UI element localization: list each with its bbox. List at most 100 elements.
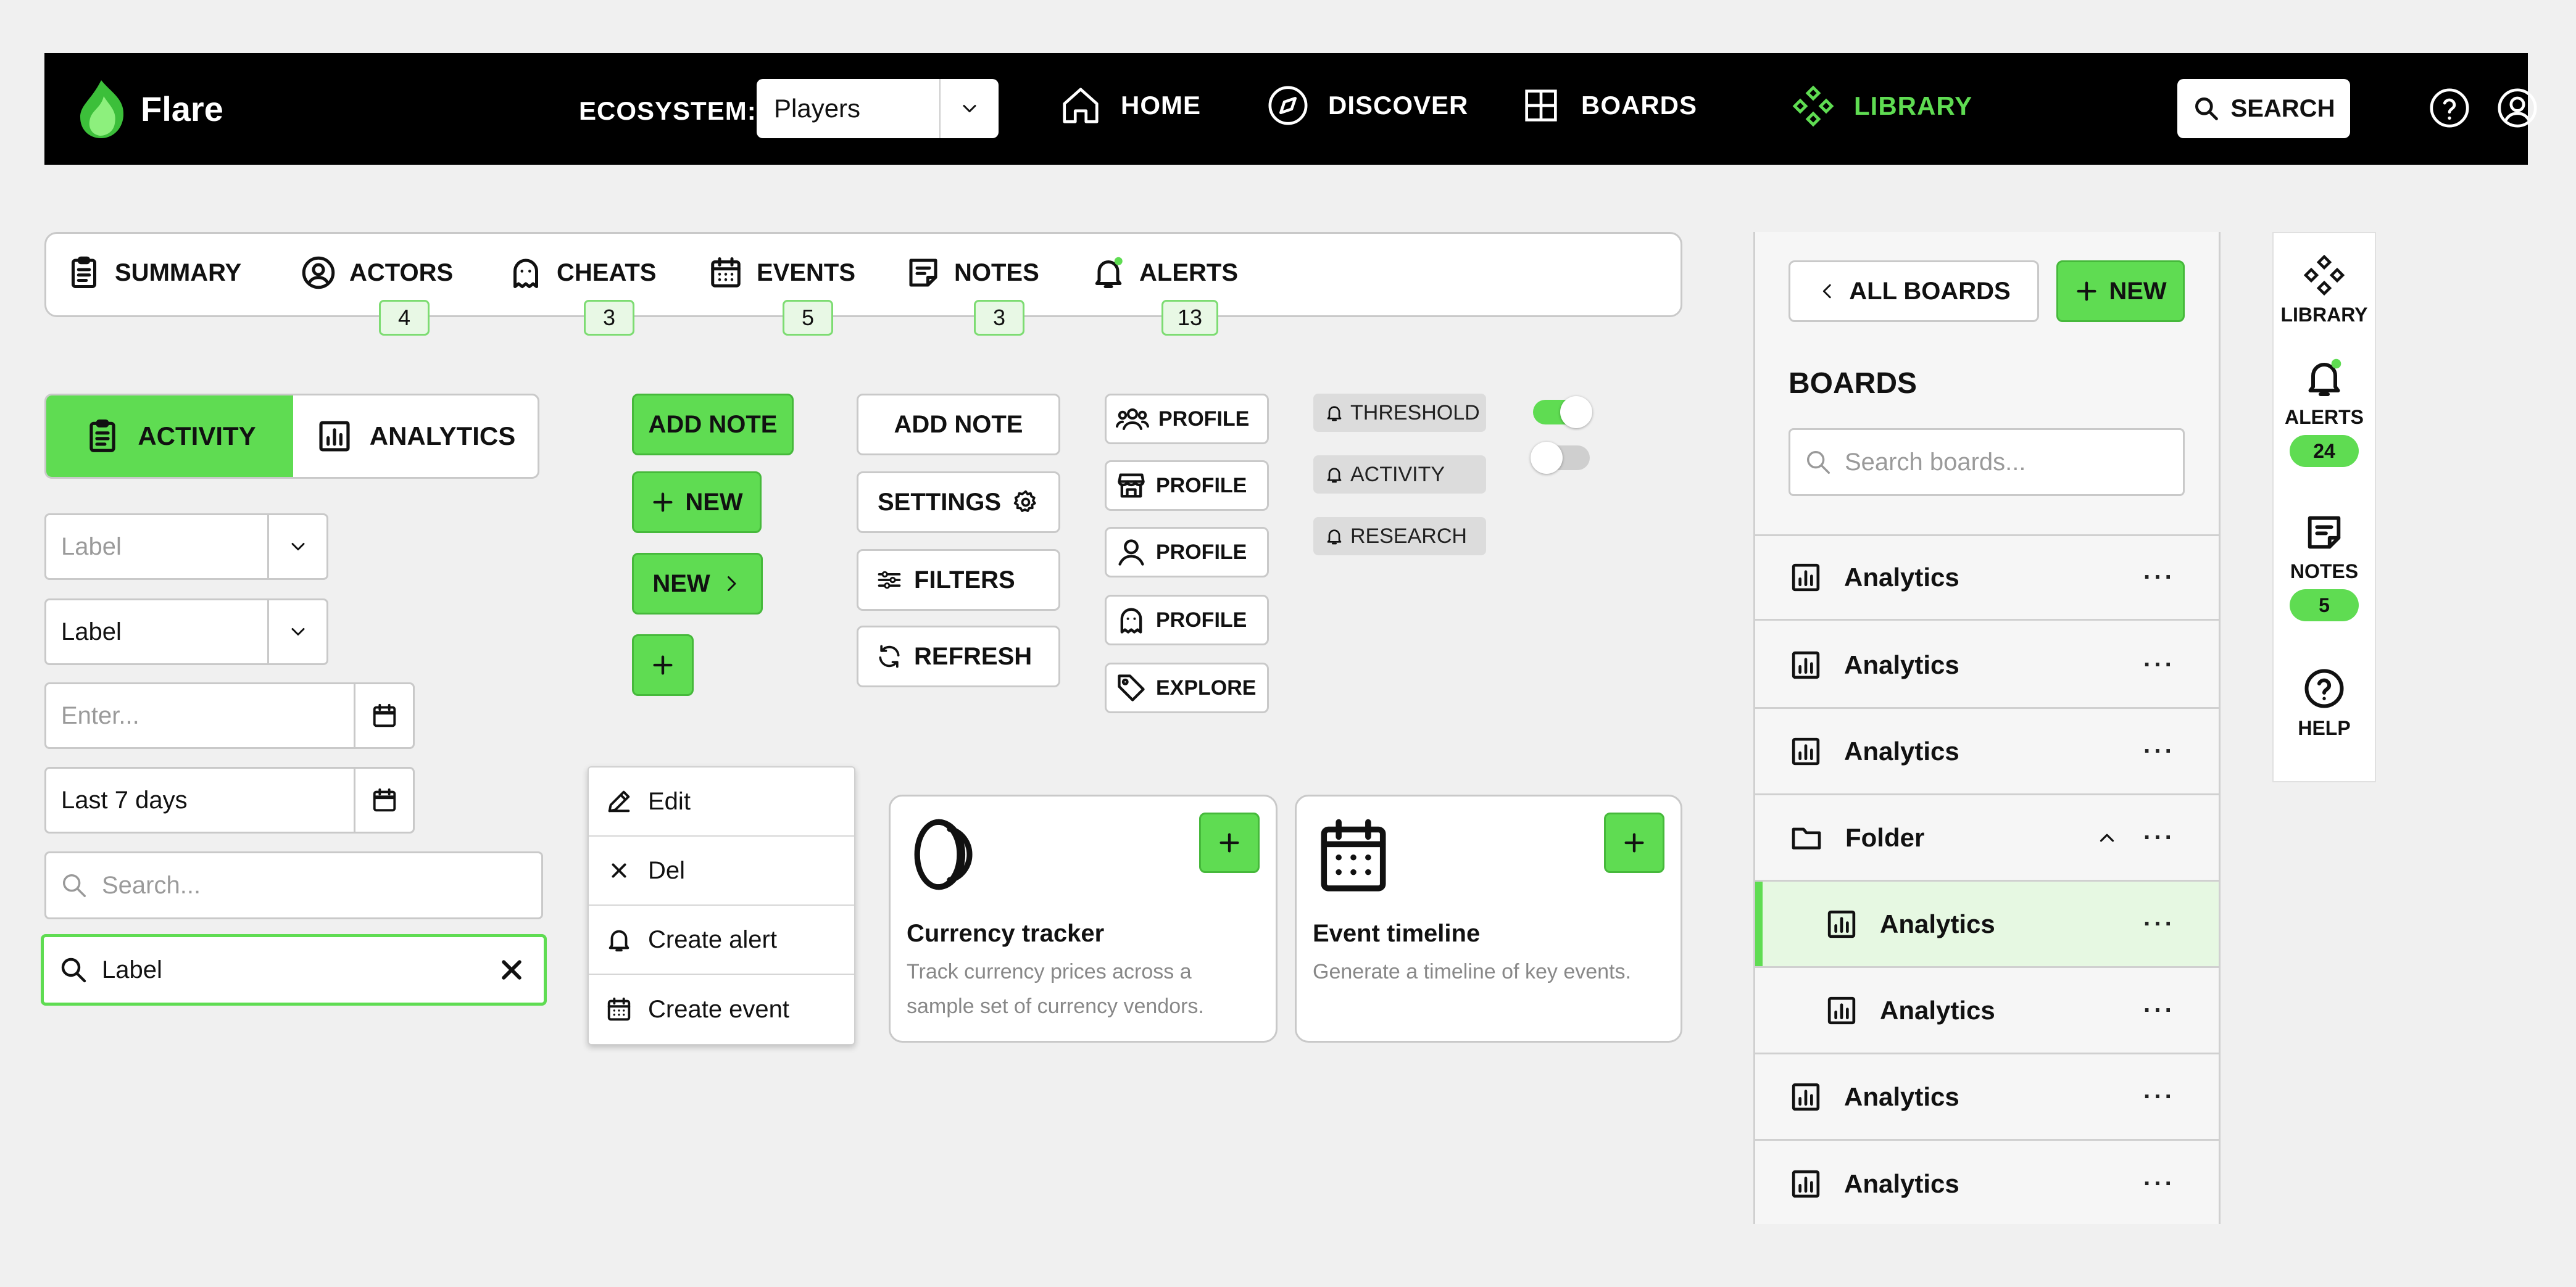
tab-cheats[interactable]: CHEATS	[507, 254, 656, 291]
close-icon	[605, 856, 633, 885]
more-icon[interactable]: ···	[2143, 564, 2175, 592]
date-field-filled[interactable]: Last 7 days	[44, 767, 415, 834]
add-note-outline-button[interactable]: ADD NOTE	[857, 394, 1060, 455]
more-icon[interactable]: ···	[2143, 1170, 2175, 1198]
chip-threshold[interactable]: THRESHOLD	[1313, 394, 1486, 432]
rail-help-label: HELP	[2298, 717, 2351, 739]
chevron-down-icon[interactable]	[939, 79, 999, 138]
nav-discover-label: DISCOVER	[1328, 91, 1469, 120]
view-segmented-control: ACTIVITY ANALYTICS	[44, 394, 539, 479]
account-icon[interactable]	[2496, 86, 2539, 130]
more-icon[interactable]: ···	[2143, 651, 2175, 679]
nav-boards[interactable]: BOARDS	[1519, 84, 1697, 127]
tab-notes[interactable]: NOTES	[905, 254, 1039, 291]
segment-analytics[interactable]: ANALYTICS	[293, 395, 538, 477]
chevron-up-icon[interactable]	[2095, 826, 2119, 850]
rail-help[interactable]: HELP	[2274, 666, 2375, 740]
add-icon-button[interactable]	[632, 634, 694, 696]
rail-notes[interactable]: NOTES 5	[2274, 511, 2375, 621]
more-icon[interactable]: ···	[2143, 996, 2175, 1024]
board-row[interactable]: Analytics ···	[1755, 709, 2219, 795]
flame-logo-icon	[77, 78, 128, 139]
new-next-button[interactable]: NEW	[632, 553, 763, 615]
tab-actors[interactable]: ACTORS	[300, 254, 453, 291]
ghost-icon	[507, 254, 544, 291]
context-menu: Edit Del Create alert Create event	[588, 766, 855, 1045]
tab-alerts[interactable]: ALERTS	[1090, 254, 1238, 291]
chip-activity[interactable]: ACTIVITY	[1313, 455, 1486, 494]
more-icon[interactable]: ···	[2143, 1083, 2175, 1111]
search-button[interactable]: SEARCH	[2177, 79, 2350, 138]
menu-item-edit[interactable]: Edit	[589, 768, 854, 837]
events-count-badge: 5	[783, 300, 833, 336]
search-input-empty[interactable]: Search...	[44, 851, 543, 919]
date-value: Last 7 days	[61, 786, 188, 814]
card-description-line: sample set of currency vendors.	[907, 995, 1204, 1018]
add-note-button[interactable]: ADD NOTE	[632, 394, 794, 455]
help-icon[interactable]	[2428, 86, 2471, 130]
new-board-button[interactable]: NEW	[2056, 260, 2185, 322]
select-value: Label	[61, 618, 122, 645]
settings-button[interactable]: SETTINGS	[857, 471, 1060, 533]
tab-summary[interactable]: SUMMARY	[65, 254, 241, 291]
more-icon[interactable]: ···	[2143, 737, 2175, 765]
users-icon	[1115, 403, 1150, 434]
profile-button-users[interactable]: PROFILE	[1105, 394, 1269, 444]
folder-row[interactable]: Folder ···	[1755, 795, 2219, 882]
calendar-icon	[605, 995, 633, 1024]
board-row[interactable]: Analytics ···	[1755, 968, 2219, 1054]
chip-threshold-label: THRESHOLD	[1350, 400, 1480, 424]
segment-activity[interactable]: ACTIVITY	[46, 395, 293, 477]
brand[interactable]: Flare	[77, 78, 223, 139]
toggle-off[interactable]	[1531, 442, 1590, 474]
profile-button-ghost[interactable]: PROFILE	[1105, 595, 1269, 645]
filters-button[interactable]: FILTERS	[857, 549, 1060, 611]
library-icon	[1791, 84, 1835, 128]
tab-events[interactable]: EVENTS	[707, 254, 855, 291]
card-currency-tracker[interactable]: Currency tracker Track currency prices a…	[889, 795, 1278, 1043]
profile-button-store[interactable]: PROFILE	[1105, 460, 1269, 511]
card-event-timeline[interactable]: Event timeline Generate a timeline of ke…	[1295, 795, 1682, 1043]
entity-tab-bar	[44, 232, 1682, 317]
rail-library[interactable]: LIBRARY	[2274, 253, 2375, 326]
board-row[interactable]: Analytics ···	[1755, 1054, 2219, 1141]
clear-icon[interactable]	[498, 937, 544, 1003]
rail-alerts[interactable]: ALERTS 24	[2274, 355, 2375, 467]
more-icon[interactable]: ···	[2143, 910, 2175, 938]
label-select-empty[interactable]: Label	[44, 513, 328, 580]
ecosystem-select[interactable]: Players	[757, 79, 999, 138]
calendar-icon[interactable]	[354, 769, 413, 832]
add-event-timeline-button[interactable]	[1604, 813, 1664, 873]
board-row[interactable]: Analytics ···	[1755, 623, 2219, 709]
label-select-filled[interactable]: Label	[44, 598, 328, 665]
nav-library[interactable]: LIBRARY	[1791, 84, 1972, 128]
search-input-active[interactable]: Label	[41, 934, 547, 1006]
nav-discover[interactable]: DISCOVER	[1266, 84, 1468, 127]
board-row[interactable]: Analytics ···	[1755, 534, 2219, 621]
all-boards-button[interactable]: ALL BOARDS	[1789, 260, 2039, 322]
add-currency-tracker-button[interactable]	[1199, 813, 1260, 873]
calendar-icon[interactable]	[354, 684, 413, 747]
board-row-selected[interactable]: Analytics ···	[1755, 882, 2219, 968]
nav-library-label: LIBRARY	[1854, 91, 1973, 120]
refresh-icon	[876, 643, 903, 670]
more-icon[interactable]: ···	[2143, 824, 2175, 851]
nav-home[interactable]: HOME	[1059, 84, 1201, 127]
new-button[interactable]: NEW	[632, 471, 762, 533]
chevron-down-icon[interactable]	[267, 600, 326, 663]
menu-item-create-alert[interactable]: Create alert	[589, 906, 854, 975]
tab-notes-label: NOTES	[954, 259, 1039, 286]
menu-item-create-event[interactable]: Create event	[589, 975, 854, 1044]
menu-item-delete[interactable]: Del	[589, 837, 854, 906]
board-search-input[interactable]: Search boards...	[1789, 428, 2185, 496]
board-row[interactable]: Analytics ···	[1755, 1141, 2219, 1227]
clipboard-icon	[83, 417, 122, 455]
date-field-empty[interactable]: Enter...	[44, 682, 415, 749]
chevron-down-icon[interactable]	[267, 515, 326, 578]
explore-button[interactable]: EXPLORE	[1105, 663, 1269, 713]
chip-research[interactable]: RESEARCH	[1313, 517, 1486, 555]
profile-button-user[interactable]: PROFILE	[1105, 527, 1269, 577]
toggle-on[interactable]	[1533, 396, 1592, 428]
actors-count-badge: 4	[379, 300, 430, 336]
refresh-button[interactable]: REFRESH	[857, 626, 1060, 687]
